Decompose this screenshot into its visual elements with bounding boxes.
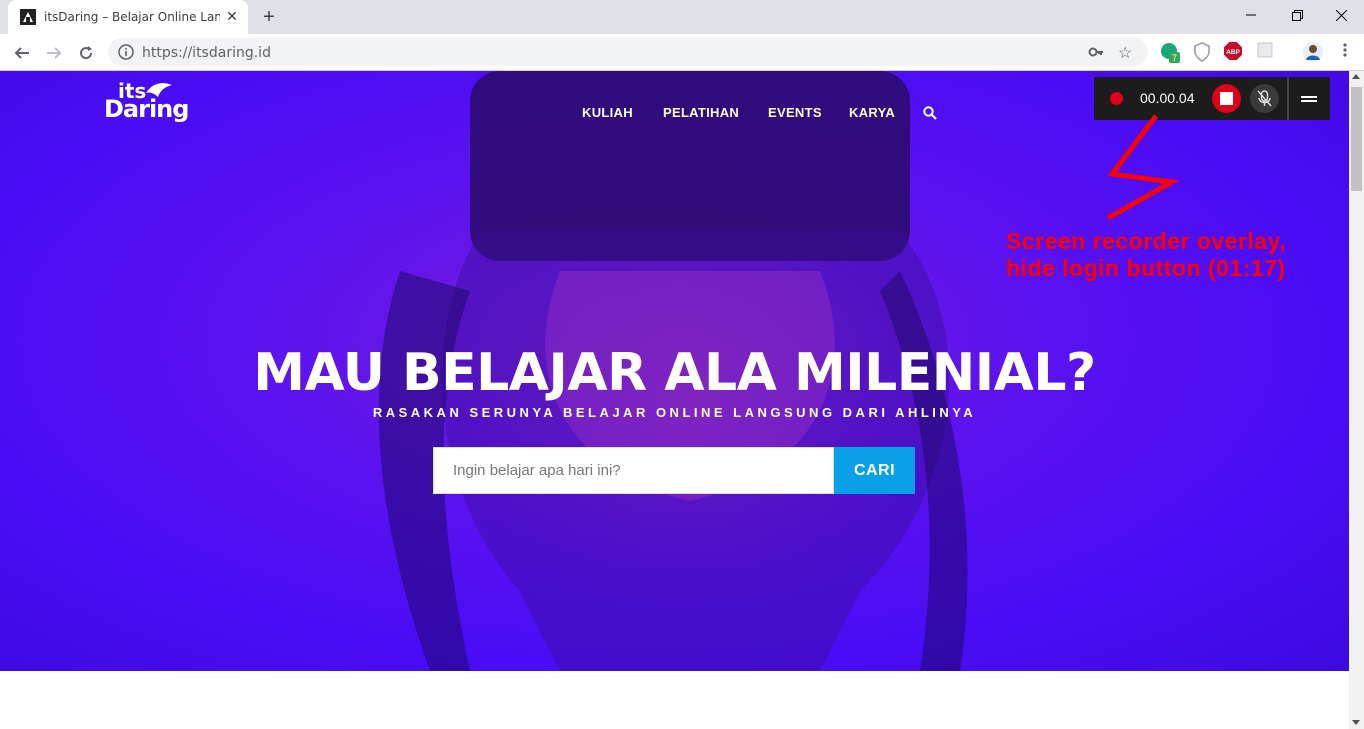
close-icon bbox=[1335, 9, 1347, 21]
scroll-up-arrow-icon[interactable] bbox=[1352, 74, 1360, 79]
generic-extension[interactable] bbox=[1257, 42, 1277, 62]
recording-indicator-icon bbox=[1110, 92, 1123, 105]
search-icon[interactable] bbox=[923, 106, 937, 120]
restore-button[interactable] bbox=[1274, 0, 1320, 30]
restore-icon bbox=[1291, 9, 1303, 21]
site-favicon-icon bbox=[20, 9, 36, 25]
kebab-menu-icon bbox=[1343, 43, 1347, 57]
tab-title: itsDaring – Belajar Online Langsung bbox=[44, 10, 220, 24]
nav-karya[interactable]: KARYA bbox=[849, 105, 895, 120]
course-search-input[interactable]: Ingin belajar apa hari ini? bbox=[433, 447, 834, 494]
url-text: https://itsdaring.id bbox=[142, 45, 271, 61]
shield-extension[interactable] bbox=[1193, 42, 1213, 62]
annotation-arrow-icon bbox=[1106, 114, 1180, 221]
bookmark-star-icon[interactable]: ☆ bbox=[1118, 43, 1132, 63]
adblock-icon: ABP bbox=[1224, 42, 1242, 60]
back-arrow-icon bbox=[14, 47, 29, 59]
page-scrollbar[interactable] bbox=[1349, 71, 1364, 729]
forward-arrow-icon bbox=[47, 47, 62, 59]
shield-extension-icon bbox=[1194, 42, 1210, 62]
search-submit-button[interactable]: CARI bbox=[834, 447, 915, 494]
stop-recording-button[interactable] bbox=[1212, 84, 1241, 113]
profile-button[interactable] bbox=[1303, 42, 1323, 62]
site-info-icon[interactable] bbox=[118, 44, 134, 60]
profile-avatar-icon bbox=[1303, 42, 1323, 62]
new-tab-button[interactable]: + bbox=[258, 6, 280, 28]
logo-bird-icon bbox=[146, 83, 172, 97]
annotation-line-1: Screen recorder overlay, bbox=[1006, 228, 1287, 254]
browser-toolbar: https://itsdaring.id ☆ 7 ABP bbox=[0, 34, 1364, 71]
adblock-label: ABP bbox=[1226, 49, 1240, 56]
grammarly-extension[interactable]: 7 bbox=[1160, 42, 1180, 63]
nav-kuliah[interactable]: KULIAH bbox=[582, 105, 633, 120]
browser-tab-strip: itsDaring – Belajar Online Langsung ✕ + bbox=[0, 0, 1364, 34]
window-close-button[interactable] bbox=[1318, 0, 1364, 30]
scrollbar-thumb[interactable] bbox=[1351, 87, 1362, 191]
muted-mic-icon bbox=[1257, 90, 1272, 107]
browser-tab[interactable]: itsDaring – Belajar Online Langsung ✕ bbox=[8, 0, 248, 34]
key-icon[interactable] bbox=[1088, 44, 1104, 60]
annotation-line-2: hide login button (01:17) bbox=[1006, 255, 1286, 281]
adblock-extension[interactable]: ABP bbox=[1224, 42, 1244, 62]
forward-button[interactable] bbox=[41, 40, 67, 66]
logo-daring-text: Daring bbox=[104, 95, 189, 123]
back-button[interactable] bbox=[9, 40, 35, 66]
minimize-button[interactable] bbox=[1228, 0, 1274, 30]
tab-close-icon[interactable]: ✕ bbox=[224, 8, 240, 24]
minimize-icon bbox=[1246, 14, 1256, 16]
address-bar[interactable]: https://itsdaring.id ☆ bbox=[108, 38, 1148, 66]
grammarly-badge: 7 bbox=[1172, 53, 1177, 63]
mic-toggle-button[interactable] bbox=[1250, 84, 1279, 113]
nav-events[interactable]: EVENTS bbox=[768, 105, 822, 120]
recording-timer: 00.00.04 bbox=[1140, 90, 1195, 106]
grammarly-icon: 7 bbox=[1161, 43, 1180, 63]
hero-headline: MAU BELAJAR ALA MILENIAL? bbox=[253, 343, 1096, 403]
browser-menu-button[interactable] bbox=[1337, 42, 1357, 62]
recorder-menu-icon[interactable] bbox=[1301, 96, 1317, 102]
extension-icon bbox=[1257, 42, 1273, 58]
reload-icon bbox=[80, 46, 93, 60]
recorder-divider bbox=[1287, 77, 1289, 120]
annotation-text: Screen recorder overlay, hide login butt… bbox=[1006, 228, 1286, 282]
reload-button[interactable] bbox=[73, 40, 99, 66]
nav-pelatihan[interactable]: PELATIHAN bbox=[663, 105, 739, 120]
scroll-down-arrow-icon[interactable] bbox=[1352, 720, 1360, 725]
hero-subheadline: RASAKAN SERUNYA BELAJAR ONLINE LANGSUNG … bbox=[372, 405, 977, 420]
